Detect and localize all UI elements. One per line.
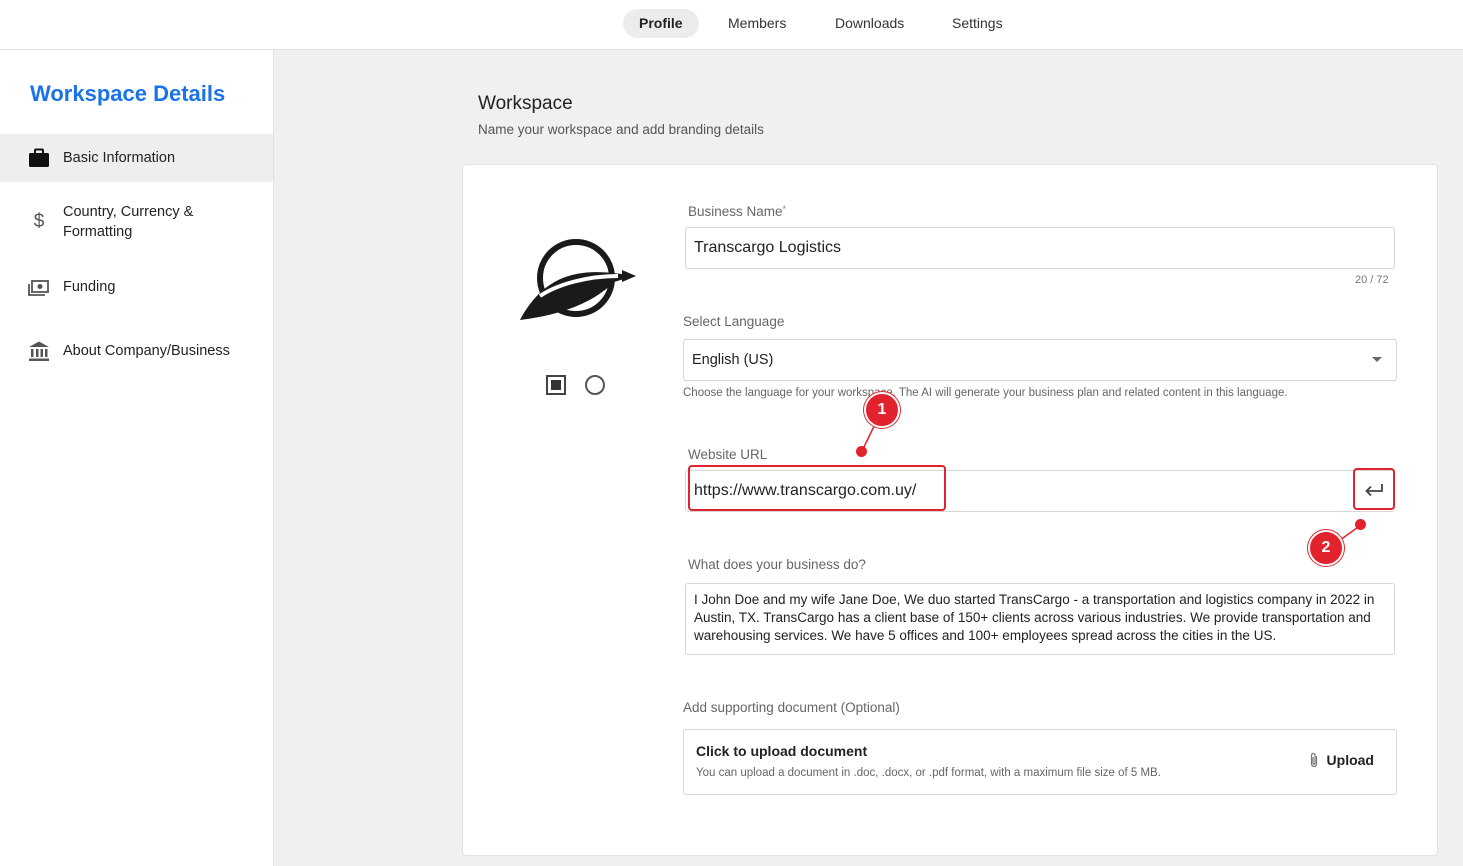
- annotation-marker-2: 2: [1308, 530, 1344, 566]
- annotation-marker-1: 1: [864, 392, 900, 428]
- business-description-textarea[interactable]: I John Doe and my wife Jane Doe, We duo …: [685, 583, 1395, 655]
- annotation-dot: [856, 446, 867, 457]
- annotation-dot: [1355, 519, 1366, 530]
- paperclip-icon: [1310, 752, 1317, 768]
- business-description-label: What does your business do?: [688, 557, 866, 572]
- upload-button[interactable]: Upload: [1309, 752, 1374, 768]
- document-upload-area[interactable]: Click to upload document You can upload …: [683, 729, 1397, 795]
- document-label: Add supporting document (Optional): [683, 700, 900, 715]
- upload-button-label: Upload: [1326, 752, 1374, 768]
- upload-title: Click to upload document: [696, 743, 868, 759]
- upload-subtitle: You can upload a document in .doc, .docx…: [696, 767, 1161, 779]
